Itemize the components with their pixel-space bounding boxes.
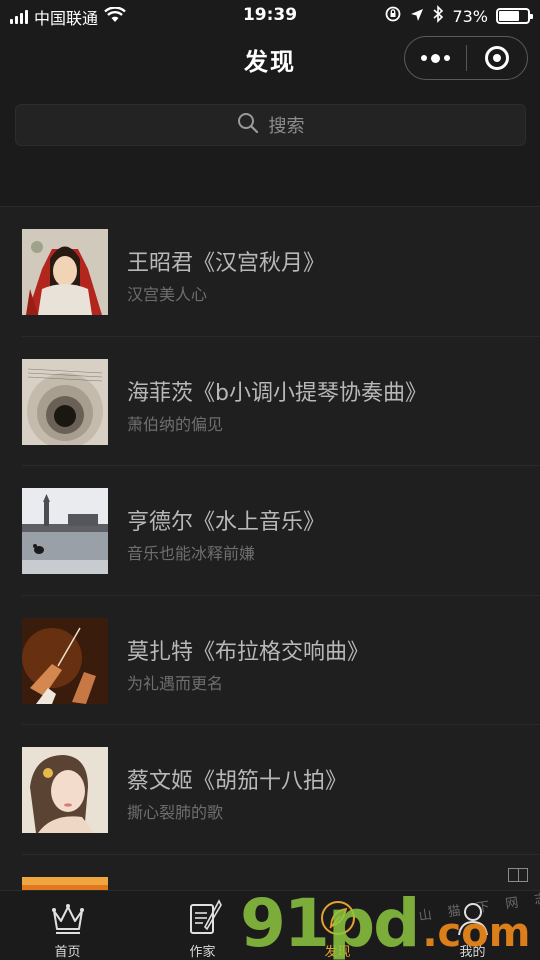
- search-bar[interactable]: 搜索: [15, 104, 526, 146]
- item-subtitle: 音乐也能冰释前嫌: [127, 544, 256, 563]
- tab-discover[interactable]: 发现: [270, 891, 405, 960]
- item-title: 海菲茨《b小调小提琴协奏曲》: [127, 380, 427, 406]
- reader-mode-icon[interactable]: [508, 868, 528, 882]
- item-subtitle: 萧伯纳的偏见: [127, 414, 224, 434]
- list-item[interactable]: 亨德尔《水上音乐》 音乐也能冰释前嫌: [22, 466, 540, 596]
- title-bar: 发现: [0, 32, 540, 88]
- tab-bar: 首页 作家 发现 我的: [0, 890, 540, 960]
- tab-label: 首页: [54, 945, 81, 960]
- tab-label: 我的: [459, 945, 486, 960]
- list-item[interactable]: [22, 855, 540, 890]
- quill-document-icon: [189, 899, 222, 934]
- feather-icon: [320, 901, 355, 935]
- item-subtitle: 为礼遇而更名: [127, 673, 224, 693]
- item-thumbnail-portrait-painting: [22, 229, 108, 315]
- crown-icon: [51, 904, 84, 934]
- battery-percent: 73%: [452, 6, 488, 26]
- tab-home[interactable]: 首页: [0, 891, 135, 960]
- battery-icon: [496, 8, 533, 24]
- mini-program-capsule: [404, 36, 528, 80]
- tab-writers[interactable]: 作家: [135, 891, 270, 960]
- item-subtitle: 汉宫美人心: [127, 285, 208, 304]
- item-title: 亨德尔《水上音乐》: [127, 510, 326, 535]
- tab-profile[interactable]: 我的: [405, 891, 540, 960]
- item-thumbnail-river-clock-tower: [22, 488, 108, 574]
- status-right: 73%: [384, 5, 533, 27]
- item-thumbnail-woman-portrait: [22, 747, 108, 833]
- discover-list: 王昭君《汉宫秋月》 汉宫美人心 海菲茨《b小调小提琴协奏曲》 萧伯纳的偏见 亨德…: [0, 207, 540, 890]
- list-item[interactable]: 王昭君《汉宫秋月》 汉宫美人心: [22, 207, 540, 337]
- item-title: 王昭君《汉宫秋月》: [127, 251, 326, 276]
- more-button[interactable]: [405, 37, 466, 79]
- item-thumbnail-sheet-music-spiral: [22, 358, 108, 445]
- tab-label: 发现: [324, 945, 351, 960]
- search-placeholder: 搜索: [268, 116, 305, 137]
- list-item[interactable]: 莫扎特《布拉格交响曲》 为礼遇而更名: [22, 596, 540, 725]
- status-bar: 中国联通 19:39 73%: [0, 0, 540, 32]
- item-title: 蔡文姬《胡笳十八拍》: [127, 769, 348, 794]
- close-mini-program-button[interactable]: [466, 37, 527, 79]
- item-thumbnail-conductor-hands: [22, 617, 108, 704]
- item-title: 莫扎特《布拉格交响曲》: [127, 639, 370, 665]
- location-icon: [410, 7, 424, 26]
- more-dots-icon: [420, 53, 450, 63]
- bluetooth-icon: [432, 5, 444, 27]
- tab-label: 作家: [189, 945, 216, 960]
- list-item[interactable]: 海菲茨《b小调小提琴协奏曲》 萧伯纳的偏见: [22, 337, 540, 466]
- target-icon: [484, 46, 509, 70]
- battery-fill: [499, 11, 520, 21]
- list-item[interactable]: 蔡文姬《胡笳十八拍》 撕心裂肺的歌: [22, 725, 540, 855]
- search-icon: [237, 112, 259, 139]
- user-icon: [457, 903, 488, 936]
- orientation-lock-icon: [384, 5, 402, 27]
- item-thumbnail-partial: [22, 876, 108, 890]
- item-subtitle: 撕心裂肺的歌: [127, 803, 224, 822]
